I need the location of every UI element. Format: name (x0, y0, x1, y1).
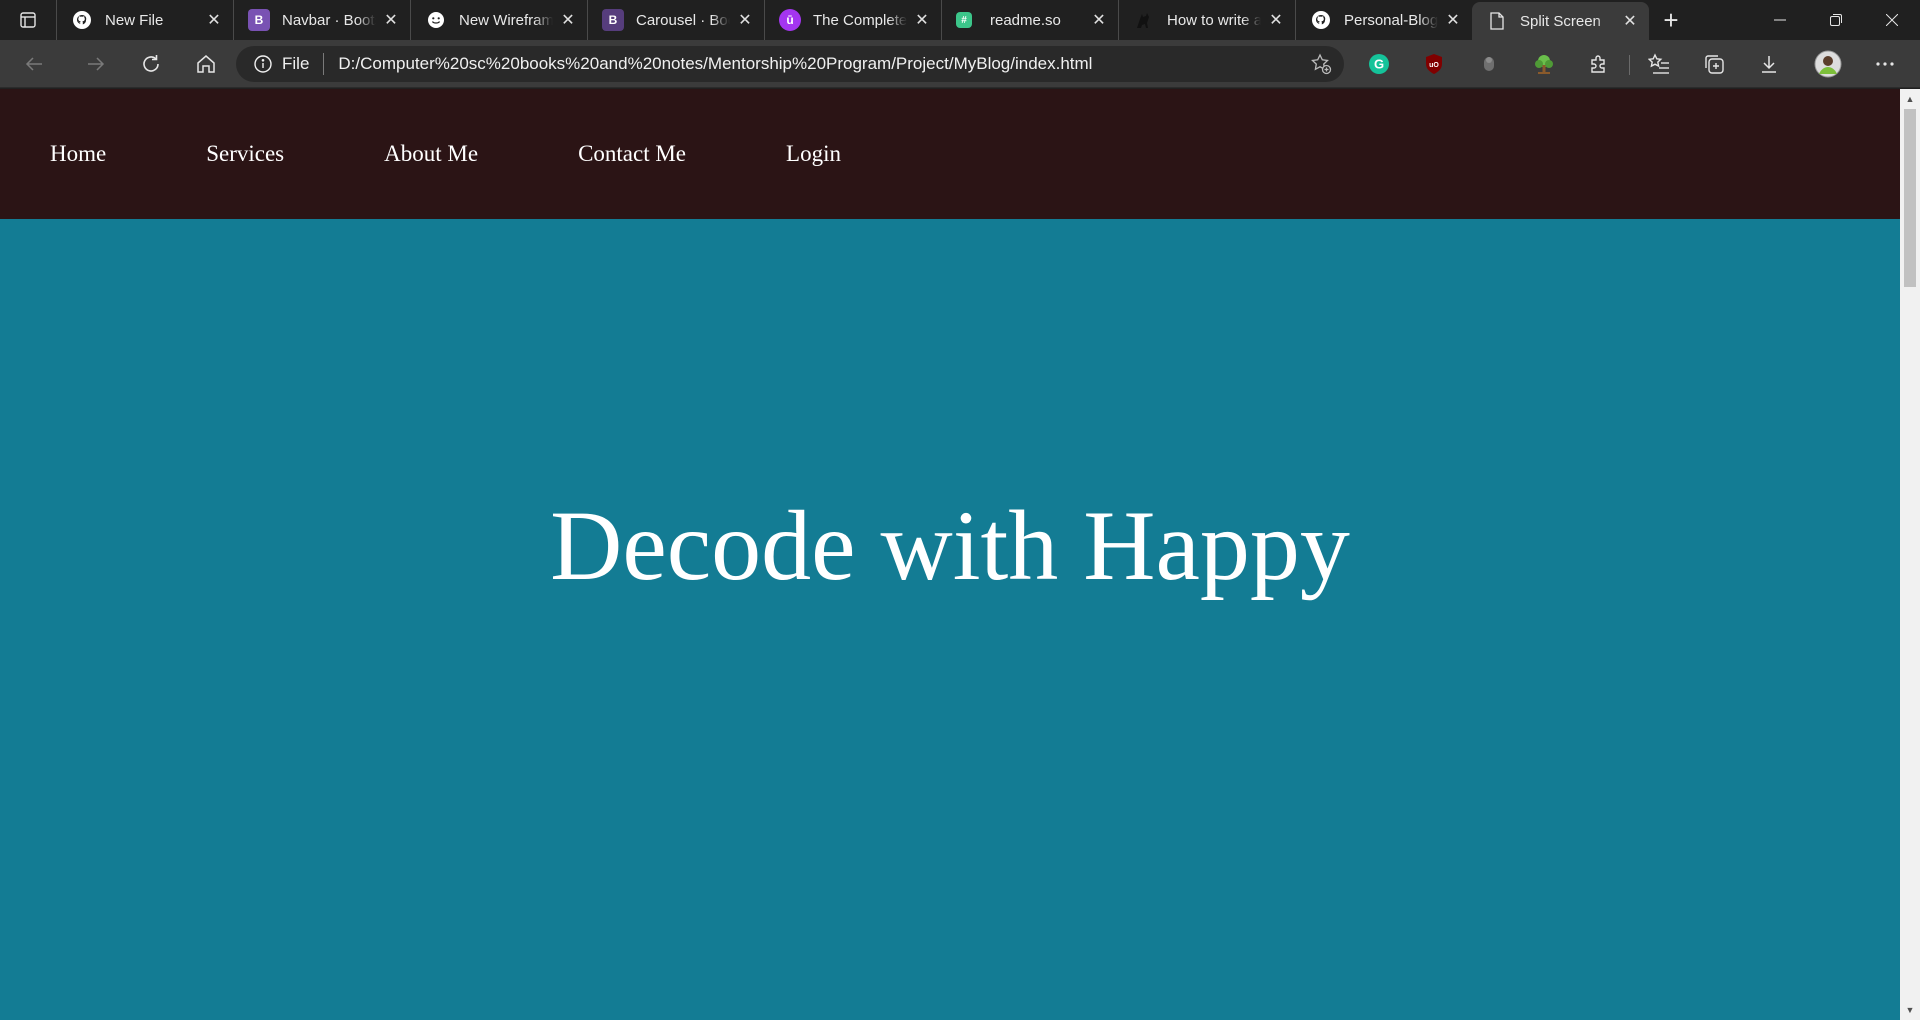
nav-link-about-me[interactable]: About Me (384, 141, 478, 167)
tab-actions-button[interactable] (0, 0, 56, 40)
tab-close-icon[interactable]: ✕ (205, 11, 223, 29)
tab-close-icon[interactable]: ✕ (913, 11, 931, 29)
nav-link-contact-me[interactable]: Contact Me (578, 141, 686, 167)
home-icon (196, 54, 215, 73)
new-tab-button[interactable]: + (1649, 0, 1693, 40)
restore-icon (1830, 14, 1842, 26)
tab-close-icon[interactable]: ✕ (736, 11, 754, 29)
file-icon (1486, 10, 1508, 32)
tab-new-file[interactable]: New File ✕ (56, 0, 233, 40)
page-scrollbar[interactable]: ▲ ▼ (1900, 89, 1920, 1020)
tab-title: Personal-Blog (1344, 11, 1438, 29)
cat-icon (1133, 9, 1155, 31)
tab-close-icon[interactable]: ✕ (382, 11, 400, 29)
nav-link-services[interactable]: Services (206, 141, 284, 167)
back-button[interactable] (0, 40, 68, 88)
extensions-puzzle-icon[interactable] (1576, 40, 1622, 88)
scrollbar-thumb[interactable] (1904, 109, 1916, 287)
tab-carousel-bootstrap[interactable]: B Carousel · Bootstrap ✕ (587, 0, 764, 40)
tab-close-icon[interactable]: ✕ (559, 11, 577, 29)
favorites-icon[interactable] (1636, 40, 1682, 88)
svg-text:G: G (1374, 57, 1384, 72)
site-navbar: Home Services About Me Contact Me Login (0, 89, 1900, 219)
home-button[interactable] (178, 40, 233, 88)
tab-how-to-write[interactable]: How to write a ✕ (1118, 0, 1295, 40)
tab-close-icon[interactable]: ✕ (1444, 11, 1462, 29)
tab-new-wireframe[interactable]: New Wireframe ✕ (410, 0, 587, 40)
tab-title: Split Screen (1520, 12, 1601, 30)
address-separator (323, 53, 325, 75)
refresh-icon (142, 54, 159, 72)
more-icon (1876, 62, 1894, 66)
tab-close-icon[interactable]: ✕ (1621, 12, 1639, 30)
extension-puppet-icon[interactable] (1466, 40, 1512, 88)
hero-section: Decode with Happy (0, 219, 1900, 1020)
grammarly-icon[interactable]: G (1356, 40, 1402, 88)
tab-title: New File (105, 11, 164, 29)
forward-button[interactable] (68, 40, 123, 88)
ublock-icon[interactable]: uO (1411, 40, 1457, 88)
scroll-down-arrow-icon[interactable]: ▼ (1900, 1002, 1920, 1018)
hero-title: Decode with Happy (550, 490, 1350, 601)
plus-icon: + (1663, 4, 1679, 35)
bootstrap-icon: B (602, 9, 624, 31)
udemy-icon: ū (779, 9, 801, 31)
tab-title: How to write a (1167, 11, 1261, 29)
github-icon (1310, 9, 1332, 31)
restore-button[interactable] (1808, 0, 1864, 40)
toolbar-divider (1629, 55, 1630, 75)
address-bar[interactable]: File D:/Computer%20sc%20books%20and%20no… (236, 46, 1344, 82)
close-window-button[interactable] (1864, 0, 1920, 40)
scroll-up-arrow-icon[interactable]: ▲ (1900, 91, 1920, 107)
readme-icon: # (956, 12, 972, 28)
browser-toolbar: File D:/Computer%20sc%20books%20and%20no… (0, 40, 1920, 88)
tab-title: The Complete (813, 11, 907, 29)
tab-actions-icon (20, 12, 36, 28)
nav-link-home[interactable]: Home (50, 141, 106, 167)
svg-text:uO: uO (1429, 62, 1439, 69)
minimize-button[interactable] (1752, 0, 1808, 40)
refresh-button[interactable] (123, 40, 178, 88)
github-icon (71, 9, 93, 31)
tab-title: readme.so (990, 11, 1061, 29)
url-text[interactable]: D:/Computer%20sc%20books%20and%20notes/M… (338, 54, 1092, 74)
tab-split-screen[interactable]: Split Screen ✕ (1472, 2, 1649, 40)
info-icon[interactable] (252, 53, 274, 75)
tab-the-complete[interactable]: ū The Complete ✕ (764, 0, 941, 40)
tab-title: Navbar · Bootstrap (282, 11, 376, 29)
smiley-icon (425, 9, 447, 31)
tab-title: Carousel · Bootstrap (636, 11, 730, 29)
tab-strip: New File ✕ B Navbar · Bootstrap ✕ New Wi… (0, 0, 1920, 40)
arrow-left-icon (25, 56, 42, 71)
nav-link-login[interactable]: Login (786, 141, 841, 167)
tree-extension-icon[interactable] (1521, 40, 1567, 88)
tab-title: New Wireframe (459, 11, 553, 29)
bootstrap-icon: B (248, 9, 270, 31)
close-icon (1886, 14, 1898, 26)
tab-navbar-bootstrap[interactable]: B Navbar · Bootstrap ✕ (233, 0, 410, 40)
tab-close-icon[interactable]: ✕ (1090, 11, 1108, 29)
download-icon[interactable] (1746, 40, 1792, 88)
more-menu-button[interactable] (1862, 40, 1908, 88)
profile-avatar[interactable] (1805, 40, 1851, 88)
minimize-icon (1774, 19, 1786, 21)
tab-readme-so[interactable]: # readme.so ✕ (941, 0, 1118, 40)
tab-close-icon[interactable]: ✕ (1267, 11, 1285, 29)
tab-personal-blog[interactable]: Personal-Blog ✕ (1295, 0, 1472, 40)
add-favorite-icon[interactable] (1310, 53, 1332, 75)
page-viewport: Home Services About Me Contact Me Login … (0, 89, 1900, 1020)
collections-icon[interactable] (1691, 40, 1737, 88)
window-controls (1752, 0, 1920, 40)
arrow-right-icon (87, 56, 104, 71)
scheme-label: File (282, 54, 310, 73)
